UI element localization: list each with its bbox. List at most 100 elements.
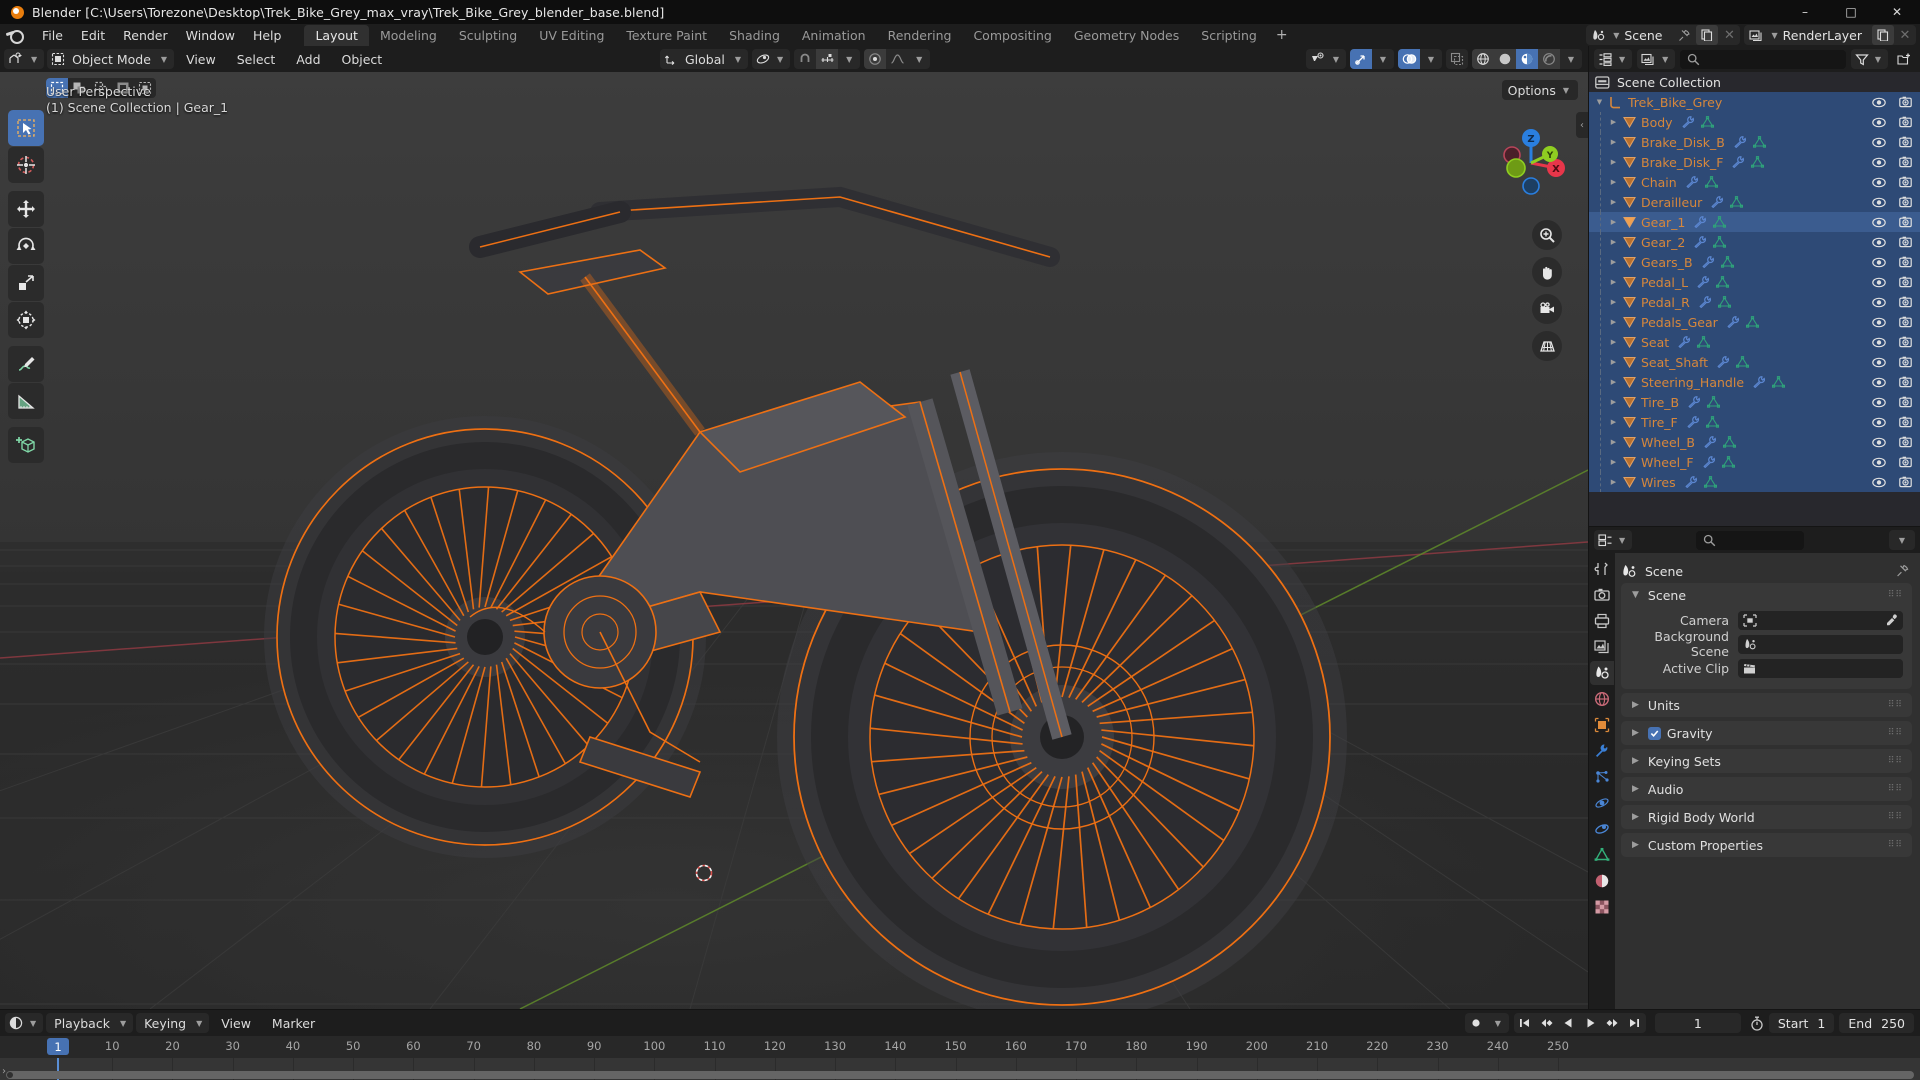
outliner-row-object[interactable]: ▶ Pedals_Gear — [1589, 312, 1920, 332]
eye-icon[interactable] — [1872, 257, 1886, 268]
eye-icon[interactable] — [1872, 377, 1886, 388]
timeline-track-area[interactable]: › — [0, 1058, 1920, 1080]
camera-render-icon[interactable] — [1899, 216, 1912, 228]
outliner-row-object[interactable]: ▶ Gear_1 — [1589, 212, 1920, 232]
tab-layout[interactable]: Layout — [304, 24, 369, 46]
eye-icon[interactable] — [1872, 177, 1886, 188]
eye-icon[interactable] — [1872, 117, 1886, 128]
eyedropper-icon[interactable] — [1885, 613, 1898, 627]
xray-toggle[interactable] — [1446, 49, 1468, 69]
play-reverse-icon[interactable] — [1558, 1013, 1580, 1033]
disclosure-triangle-icon[interactable]: ▶ — [1607, 338, 1620, 346]
camera-render-icon[interactable] — [1899, 436, 1912, 448]
mesh-data-icon[interactable] — [1705, 416, 1719, 428]
modifier-wrench-icon[interactable] — [1734, 136, 1747, 148]
modifier-wrench-icon[interactable] — [1687, 416, 1700, 428]
camera-render-icon[interactable] — [1899, 376, 1912, 388]
disclosure-triangle-icon[interactable]: ▶ — [1607, 478, 1620, 486]
outliner-row-object[interactable]: ▶ Gear_2 — [1589, 232, 1920, 252]
measure-tool[interactable] — [8, 383, 44, 419]
outliner-row-object[interactable]: ▶ Gears_B — [1589, 252, 1920, 272]
mesh-data-icon[interactable] — [1707, 396, 1721, 408]
cursor-tool[interactable] — [8, 147, 44, 183]
frame-start-field[interactable]: Start 1 — [1768, 1013, 1835, 1033]
tab-geometry-nodes[interactable]: Geometry Nodes — [1063, 25, 1190, 46]
custom-properties-panel[interactable]: ▶ Custom Properties ⠿⠿ — [1621, 833, 1912, 857]
visibility-selector[interactable]: ▼ — [1305, 49, 1346, 69]
modifier-wrench-icon[interactable] — [1694, 216, 1707, 228]
outliner-filter-button[interactable]: ▼ — [1850, 49, 1888, 69]
prev-keyframe-icon[interactable] — [1536, 1013, 1558, 1033]
jump-end-icon[interactable] — [1624, 1013, 1646, 1033]
outliner-row-object[interactable]: ▶ Seat_Shaft — [1589, 352, 1920, 372]
eye-icon[interactable] — [1872, 237, 1886, 248]
gravity-panel-header[interactable]: ▶ Gravity ⠿⠿ — [1621, 721, 1912, 745]
modifier-wrench-icon[interactable] — [1681, 116, 1695, 128]
modifier-wrench-icon[interactable] — [1727, 316, 1740, 328]
maximize-button[interactable]: □ — [1828, 0, 1874, 24]
xray-icon[interactable] — [1446, 49, 1468, 69]
chevron-down-icon[interactable]: ▼ — [1420, 49, 1442, 69]
viewport-menu-object[interactable]: Object — [333, 50, 392, 69]
disclosure-triangle-icon[interactable]: ▶ — [1607, 138, 1620, 146]
disclosure-triangle-icon[interactable]: ▶ — [1607, 378, 1620, 386]
wireframe-shading-icon[interactable] — [1472, 49, 1494, 69]
eye-icon[interactable] — [1872, 277, 1886, 288]
gravity-checkbox[interactable] — [1647, 726, 1661, 740]
audio-panel-header[interactable]: ▶ Audio ⠿⠿ — [1621, 777, 1912, 801]
disclosure-triangle-icon[interactable]: ▶ — [1607, 198, 1620, 206]
modifier-wrench-icon[interactable] — [1732, 156, 1745, 168]
editor-type-selector[interactable]: ▼ — [4, 49, 45, 69]
new-viewlayer-button[interactable] — [1872, 25, 1894, 45]
disclosure-triangle-icon[interactable]: ▶ — [1607, 218, 1620, 226]
eye-icon[interactable] — [1872, 457, 1886, 468]
mesh-data-icon[interactable] — [1721, 456, 1735, 468]
add-workspace-button[interactable]: + — [1268, 27, 1296, 43]
tab-rendering[interactable]: Rendering — [877, 25, 963, 46]
scale-tool[interactable] — [8, 265, 44, 301]
outliner-new-collection-button[interactable] — [1893, 49, 1915, 69]
properties-search-input[interactable] — [1696, 530, 1805, 550]
tab-texture-paint[interactable]: Texture Paint — [615, 25, 718, 46]
outliner-row-scene-collection[interactable]: Scene Collection — [1589, 72, 1920, 92]
rotate-tool[interactable] — [8, 228, 44, 264]
modifier-wrench-icon[interactable] — [1717, 356, 1730, 368]
chevron-down-icon[interactable]: ▼ — [838, 49, 860, 69]
outliner-display-mode-button[interactable]: ▼ — [1637, 49, 1676, 69]
outliner-editor-type-button[interactable]: ▼ — [1594, 49, 1633, 69]
add-cube-tool[interactable] — [8, 427, 44, 463]
new-scene-button[interactable] — [1696, 25, 1719, 45]
menu-help[interactable]: Help — [244, 26, 291, 45]
outliner-row-object[interactable]: ▶ Tire_B — [1589, 392, 1920, 412]
camera-render-icon[interactable] — [1899, 336, 1912, 348]
modifier-wrench-icon[interactable] — [1753, 376, 1766, 388]
viewport-menu-add[interactable]: Add — [287, 50, 329, 69]
outliner-row-object[interactable]: ▶ Tire_F — [1589, 412, 1920, 432]
audio-panel[interactable]: ▶ Audio ⠿⠿ — [1621, 777, 1912, 801]
units-panel-header[interactable]: ▶ Units ⠿⠿ — [1621, 693, 1912, 717]
tab-constraints-icon[interactable] — [1590, 817, 1614, 841]
eye-icon[interactable] — [1872, 157, 1886, 168]
mesh-data-icon[interactable] — [1713, 236, 1727, 248]
keying-menu-button[interactable]: Keying ▼ — [136, 1013, 210, 1033]
tab-object-icon[interactable] — [1590, 713, 1614, 737]
pin-icon[interactable] — [1672, 29, 1696, 42]
current-frame-field[interactable]: 1 — [1654, 1013, 1741, 1033]
tab-tool-icon[interactable] — [1590, 557, 1614, 581]
pin-icon[interactable] — [1896, 564, 1910, 578]
eye-icon[interactable] — [1872, 197, 1886, 208]
modifier-wrench-icon[interactable] — [1702, 456, 1716, 468]
eye-icon[interactable] — [1872, 477, 1886, 488]
mesh-data-icon[interactable] — [1720, 256, 1734, 268]
eye-icon[interactable] — [1872, 97, 1886, 108]
next-keyframe-icon[interactable] — [1602, 1013, 1624, 1033]
camera-view-icon[interactable] — [1532, 294, 1562, 324]
overlays-icon[interactable] — [1398, 49, 1420, 69]
annotate-tool[interactable] — [8, 346, 44, 382]
tab-view-layer-icon[interactable] — [1590, 635, 1614, 659]
camera-field[interactable] — [1738, 610, 1903, 630]
overlay-controls[interactable]: ▼ — [1398, 49, 1442, 69]
ortho-persp-icon[interactable] — [1532, 331, 1562, 361]
active-clip-field[interactable] — [1738, 658, 1903, 678]
viewport-options-button[interactable]: Options ▼ — [1501, 80, 1578, 100]
